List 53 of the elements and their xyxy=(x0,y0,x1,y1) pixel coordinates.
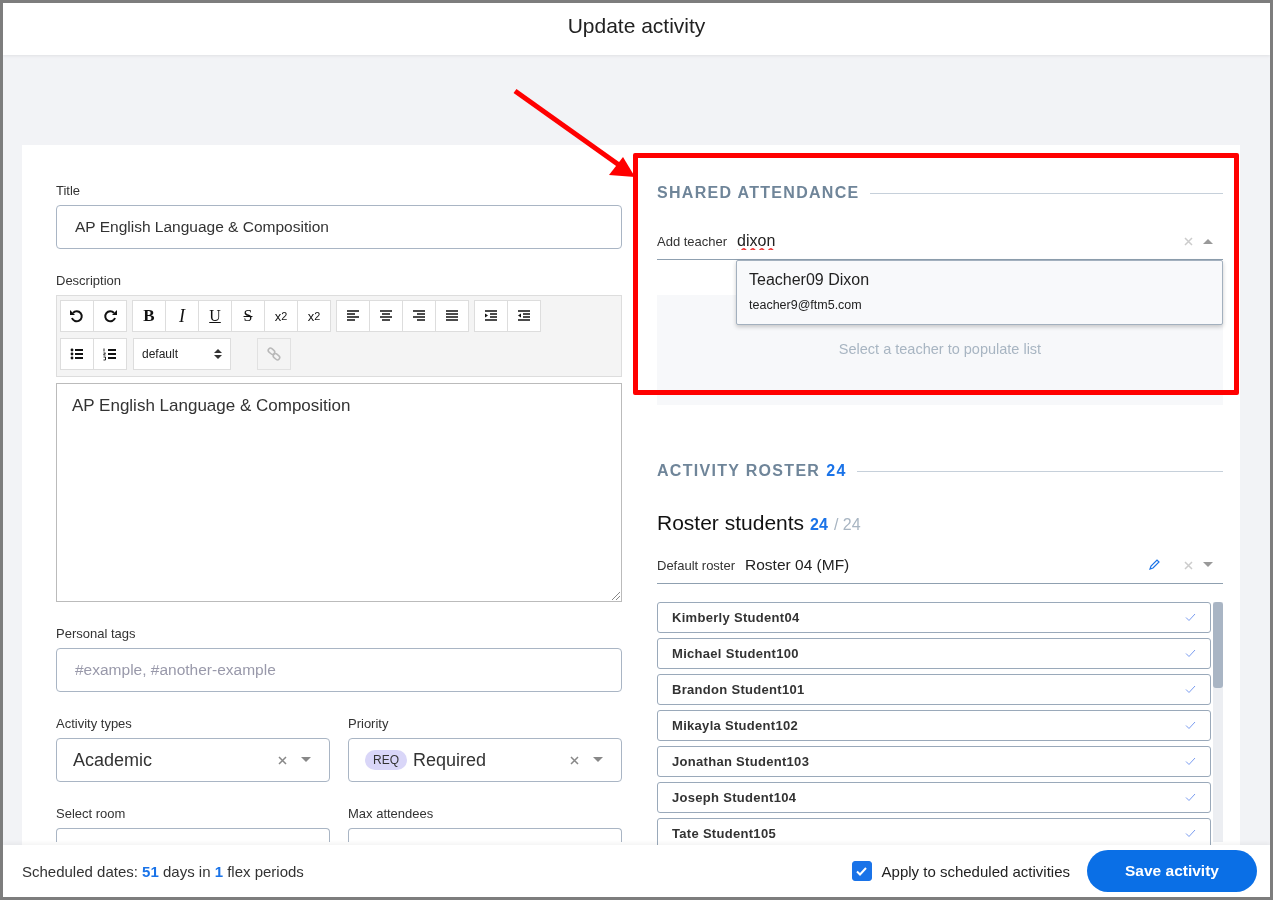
section-heading: ACTIVITY ROSTER xyxy=(657,462,821,480)
field-label: Title xyxy=(56,183,82,198)
student-row[interactable]: Mikayla Student102 xyxy=(657,710,1211,741)
student-name: Michael Student100 xyxy=(672,646,799,661)
roster-count: 24 xyxy=(826,462,847,480)
student-name: Kimberly Student04 xyxy=(672,610,800,625)
roster-title: Roster students xyxy=(657,511,805,535)
student-name: Joseph Student104 xyxy=(672,790,797,805)
select-field[interactable]: REQ Required xyxy=(348,738,622,782)
student-name: Mikayla Student102 xyxy=(672,718,799,733)
underline-button[interactable]: U xyxy=(198,300,232,332)
student-row[interactable]: Joseph Student104 xyxy=(657,782,1211,813)
editor-text: AP English Language & Composition xyxy=(72,396,352,416)
font-size-select[interactable]: default xyxy=(133,338,231,370)
schedule-summary: Scheduled dates: 51 days in 1 flex periods xyxy=(22,862,305,880)
title-field[interactable]: AP English Language & Composition xyxy=(56,205,622,249)
field-label: Description xyxy=(56,273,123,288)
field-label: Priority xyxy=(348,716,390,731)
bold-button[interactable]: B xyxy=(132,300,166,332)
teacher-email: teacher9@ftm5.com xyxy=(749,298,863,312)
select-value: Roster 04 (MF) xyxy=(745,556,851,574)
italic-button[interactable]: I xyxy=(165,300,199,332)
student-name: Brandon Student101 xyxy=(672,682,805,697)
student-row[interactable]: Michael Student100 xyxy=(657,638,1211,669)
field-label: Select room xyxy=(56,806,127,821)
save-button[interactable]: Save activity xyxy=(1087,850,1257,892)
select-value: Academic xyxy=(73,749,153,771)
empty-message: Select a teacher to populate list xyxy=(838,341,1042,357)
student-row[interactable]: Brandon Student101 xyxy=(657,674,1211,705)
tags-field[interactable]: #example, #another-example xyxy=(56,648,622,692)
window-title: Update activity xyxy=(567,14,706,38)
student-row[interactable]: Kimberly Student04 xyxy=(657,602,1211,633)
student-name: Jonathan Student103 xyxy=(672,754,810,769)
select-field[interactable]: Academic xyxy=(56,738,330,782)
student-name: Tate Student105 xyxy=(672,826,776,841)
priority-badge: REQ xyxy=(365,750,407,770)
student-row[interactable]: Jonathan Student103 xyxy=(657,746,1211,777)
strikethrough-button[interactable]: S xyxy=(231,300,265,332)
section-heading: SHARED ATTENDANCE xyxy=(657,184,860,202)
field-label: Personal tags xyxy=(56,626,137,641)
field-label: Add teacher xyxy=(657,233,728,249)
total-count: / 24 xyxy=(833,516,861,534)
teacher-search-field[interactable]: dixon xyxy=(737,232,1174,250)
checkbox-label: Apply to scheduled activities xyxy=(881,862,1070,880)
teacher-name: Teacher09 Dixon xyxy=(749,271,871,289)
selected-count: 24 xyxy=(810,516,828,534)
select-value: Required xyxy=(413,749,487,771)
editor-area[interactable]: AP English Language & Composition xyxy=(56,383,622,602)
field-label: Max attendees xyxy=(348,806,435,821)
field-label: Default roster xyxy=(657,557,736,573)
suggestion-item[interactable]: Teacher09 Dixon teacher9@ftm5.com xyxy=(737,261,1222,324)
field-label: Activity types xyxy=(56,716,133,731)
roster-select[interactable]: Default roster Roster 04 (MF) xyxy=(657,547,1223,584)
